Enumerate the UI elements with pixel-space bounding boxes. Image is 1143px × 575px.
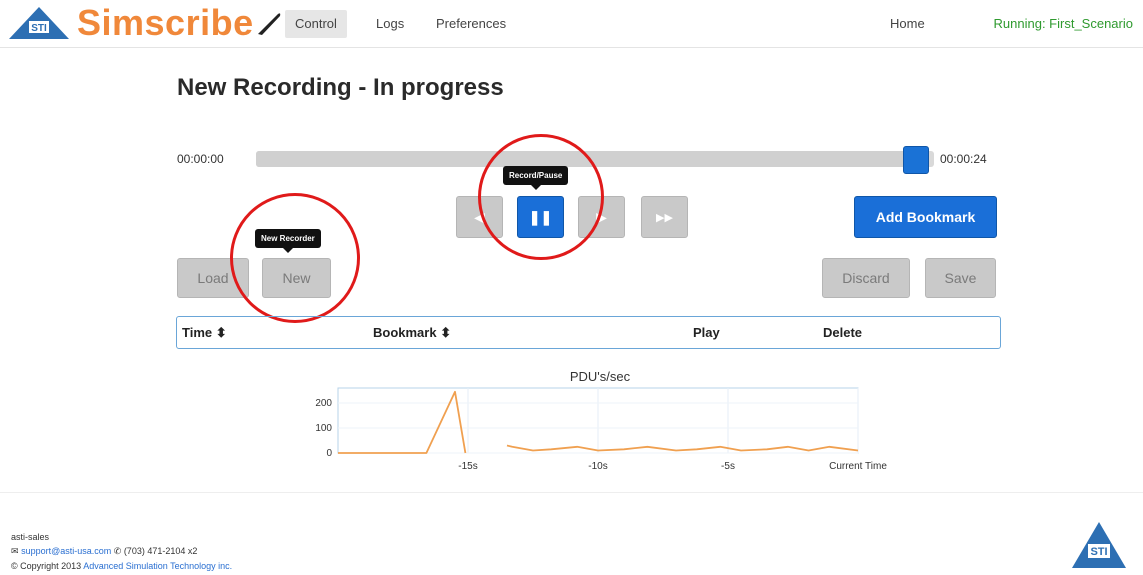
col-bookmark[interactable]: Bookmark ⬍	[373, 325, 451, 341]
y-tick-label: 100	[315, 423, 332, 434]
footer-copyright: © Copyright 2013 Advanced Simulation Tec…	[11, 561, 232, 571]
phone-icon: ✆	[113, 546, 122, 556]
asti-footer-logo-icon: STI	[1072, 522, 1126, 568]
x-tick-label: -5s	[721, 461, 735, 472]
support-email-link[interactable]: support@asti-usa.com	[21, 546, 111, 556]
running-status: Running: First_Scenario	[993, 16, 1133, 31]
fast-forward-button[interactable]: ▶▶	[641, 196, 688, 238]
fast-forward-icon: ▶▶	[656, 211, 673, 224]
quill-icon	[257, 13, 280, 35]
x-tick-label: -10s	[588, 461, 607, 472]
pdu-chart: PDU's/sec -15s -10s -5s Current Time 200 100 0	[300, 365, 900, 480]
svg-text:STI: STI	[1090, 546, 1107, 558]
tab-preferences[interactable]: Preferences	[426, 10, 516, 38]
y-tick-label: 0	[326, 448, 332, 459]
brand[interactable]: STI Simscribe	[7, 2, 284, 43]
pdu-chart-plot: -15s -10s -5s Current Time 200 100 0	[315, 387, 887, 472]
footer-divider	[0, 492, 1143, 493]
company-link[interactable]: Advanced Simulation Technology inc.	[83, 561, 232, 571]
save-button[interactable]: Save	[925, 258, 996, 298]
top-navbar: STI Simscribe Control Logs Preferences H…	[0, 0, 1143, 48]
add-bookmark-button[interactable]: Add Bookmark	[854, 196, 997, 238]
bookmark-table-header: Time ⬍ Bookmark ⬍ Play Delete	[176, 316, 1001, 349]
home-link[interactable]: Home	[880, 10, 935, 38]
envelope-icon: ✉	[11, 546, 19, 556]
annotation-circle-new	[230, 193, 360, 323]
x-tick-label: -15s	[458, 461, 477, 472]
annotation-circle-record	[478, 134, 604, 260]
col-play: Play	[693, 325, 720, 340]
col-delete: Delete	[823, 325, 863, 340]
svg-text:STI: STI	[31, 23, 47, 34]
copyright-text: © Copyright 2013	[11, 561, 82, 571]
y-tick-label: 200	[315, 398, 332, 409]
end-time-label: 00:00:24	[940, 152, 987, 166]
brand-name: Simscribe	[77, 2, 254, 43]
asti-logo-icon: STI	[9, 7, 69, 39]
col-time[interactable]: Time ⬍	[182, 325, 227, 341]
x-tick-label: Current Time	[829, 461, 887, 472]
progress-handle[interactable]	[903, 146, 930, 174]
tab-logs[interactable]: Logs	[366, 10, 414, 38]
tab-control[interactable]: Control	[285, 10, 347, 38]
phone-number: (703) 471-2104 x2	[123, 546, 198, 556]
start-time-label: 00:00:00	[177, 152, 224, 166]
page-title: New Recording - In progress	[177, 74, 504, 101]
footer-contact: ✉ support@asti-usa.com ✆ (703) 471-2104 …	[11, 546, 197, 557]
discard-button[interactable]: Discard	[822, 258, 910, 298]
footer-account: asti-sales	[11, 532, 50, 542]
